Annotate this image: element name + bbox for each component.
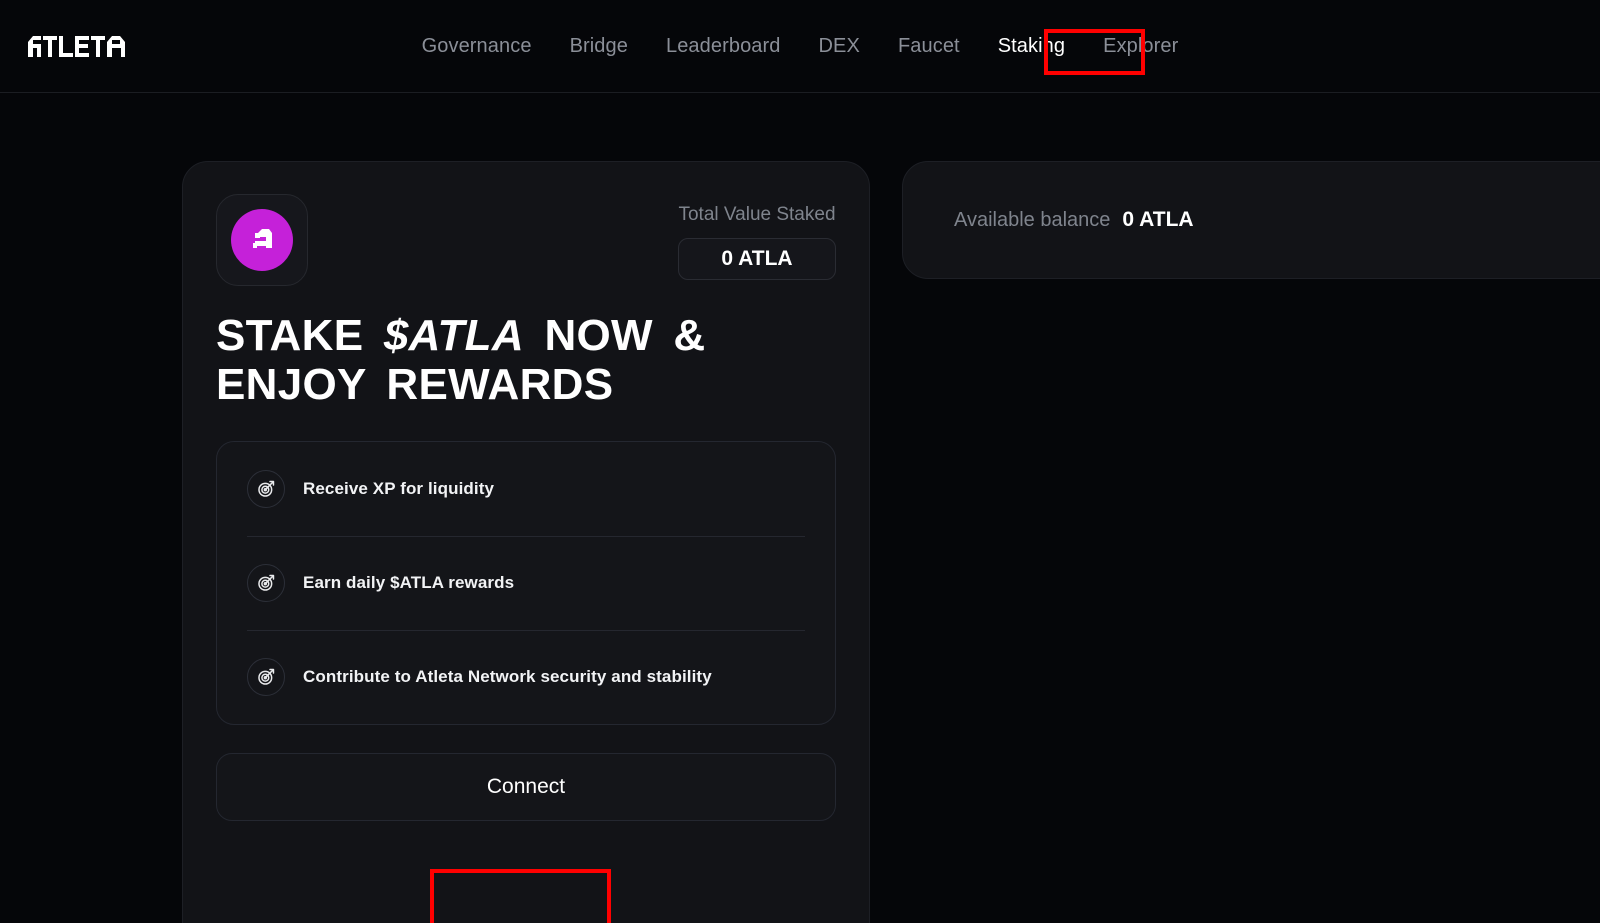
target-arrow-icon bbox=[247, 657, 285, 696]
page-title: STAKE $ATLA NOW & ENJOY REWARDS bbox=[216, 311, 836, 410]
headline-ticker: $ATLA bbox=[383, 311, 524, 360]
staking-card: Total Value Staked 0 ATLA STAKE $ATLA NO… bbox=[182, 161, 870, 923]
available-balance-card: Available balance 0 ATLA bbox=[902, 161, 1600, 279]
staking-card-header: Total Value Staked 0 ATLA bbox=[216, 194, 836, 290]
total-value-staked-value: 0 ATLA bbox=[678, 238, 836, 280]
main-content: Total Value Staked 0 ATLA STAKE $ATLA NO… bbox=[0, 93, 1600, 923]
list-item: Earn daily $ATLA rewards bbox=[247, 535, 805, 630]
nav-item-leaderboard[interactable]: Leaderboard bbox=[647, 25, 800, 68]
list-item-label: Receive XP for liquidity bbox=[303, 478, 495, 498]
total-value-staked-block: Total Value Staked 0 ATLA bbox=[678, 194, 836, 280]
atla-glyph-icon bbox=[253, 229, 272, 248]
nav-item-faucet[interactable]: Faucet bbox=[879, 25, 979, 68]
list-item-label: Earn daily $ATLA rewards bbox=[303, 572, 515, 592]
token-tile bbox=[216, 194, 308, 286]
total-value-staked-label: Total Value Staked bbox=[678, 204, 836, 225]
site-header: Governance Bridge Leaderboard DEX Faucet… bbox=[0, 0, 1600, 93]
list-item: Receive XP for liquidity bbox=[247, 442, 805, 536]
nav-item-bridge[interactable]: Bridge bbox=[551, 25, 647, 68]
available-balance-label: Available balance bbox=[954, 208, 1111, 231]
features-list: Receive XP for liquidity Earn daily $ATL… bbox=[216, 440, 836, 725]
connect-container: Connect bbox=[216, 752, 836, 821]
target-arrow-icon bbox=[247, 563, 285, 602]
list-item: Contribute to Atleta Network security an… bbox=[247, 629, 805, 724]
nav-item-explorer[interactable]: Explorer bbox=[1084, 25, 1197, 68]
nav-item-staking[interactable]: Staking bbox=[979, 25, 1084, 68]
headline-part1: STAKE bbox=[216, 311, 364, 360]
available-balance-value: 0 ATLA bbox=[1122, 208, 1194, 231]
list-item-label: Contribute to Atleta Network security an… bbox=[303, 666, 712, 686]
atla-token-icon bbox=[231, 209, 293, 271]
connect-button[interactable]: Connect bbox=[447, 763, 605, 811]
nav-item-dex[interactable]: DEX bbox=[800, 25, 879, 68]
main-navigation: Governance Bridge Leaderboard DEX Faucet… bbox=[0, 0, 1600, 92]
target-arrow-icon bbox=[247, 469, 285, 508]
nav-item-governance[interactable]: Governance bbox=[403, 25, 551, 68]
